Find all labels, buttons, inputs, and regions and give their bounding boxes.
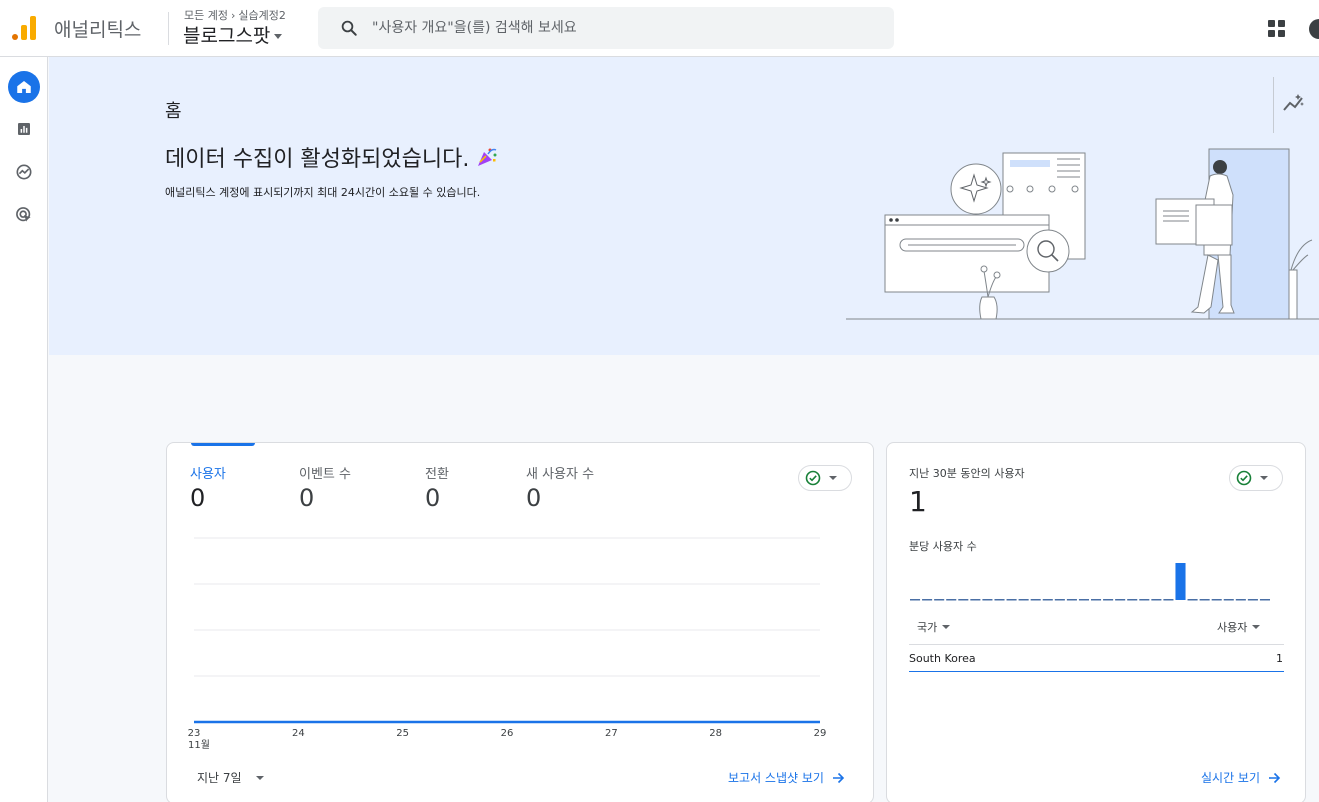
minute-bar [1187, 599, 1198, 601]
x-tick-label: 25 [396, 728, 409, 739]
minute-bar [1066, 599, 1077, 601]
hero-heading-text: 데이터 수집이 활성화되었습니다. [165, 147, 470, 172]
overview-card: 사용자 0 이벤트 수 0 전환 0 새 사용자 수 0 23 24 25 26 27 2… [166, 442, 874, 802]
side-navigation [0, 57, 48, 802]
x-tick-label: 28 [709, 728, 722, 739]
view-realtime-link[interactable]: 실시간 보기 [1201, 769, 1281, 786]
caret-down-icon [255, 775, 264, 780]
search-icon [341, 20, 357, 36]
link-label: 보고서 스냅샷 보기 [728, 771, 824, 785]
property-selector[interactable]: 블로그스팟 [183, 21, 283, 48]
minute-bar [1139, 599, 1150, 601]
minute-bar [1054, 599, 1065, 601]
x-axis-month-label: 11월 [188, 739, 210, 751]
minute-bar [910, 599, 921, 601]
row-users: 1 [1276, 652, 1283, 665]
x-tick-label: 27 [605, 728, 618, 739]
header-divider [168, 12, 169, 45]
bar-chart-icon [18, 123, 30, 135]
country-column-header[interactable]: 국가 [917, 619, 951, 635]
minute-bar [1163, 599, 1174, 601]
minute-bar [1115, 599, 1126, 601]
per-minute-bar-chart [910, 563, 1270, 601]
caret-down-icon [1252, 625, 1261, 629]
minute-bar [1151, 599, 1162, 601]
minute-bar [1223, 599, 1234, 601]
page-title: 홈 [165, 101, 182, 122]
view-reports-snapshot-link[interactable]: 보고서 스냅샷 보기 [728, 769, 845, 786]
arrow-right-icon [832, 772, 845, 783]
minute-bar [1030, 599, 1041, 601]
x-tick-label: 24 [292, 728, 305, 739]
date-range-label: 지난 7일 [197, 771, 242, 785]
app-name: 애널리틱스 [54, 19, 142, 41]
minute-bar [1211, 599, 1222, 601]
nav-item-reports[interactable] [8, 113, 40, 145]
arrow-right-icon [1269, 772, 1281, 783]
minute-bar [982, 599, 993, 601]
property-name: 블로그스팟 [183, 25, 271, 47]
insights-divider [1273, 77, 1274, 133]
x-tick-label: 23 [188, 728, 201, 739]
home-icon [17, 81, 31, 93]
caret-down-icon [274, 34, 283, 39]
minute-bar [1006, 599, 1017, 601]
insights-icon[interactable] [1283, 93, 1305, 113]
minute-bar [1247, 599, 1258, 601]
apps-grid-icon[interactable] [1268, 20, 1285, 37]
hero-heading: 데이터 수집이 활성화되었습니다. [165, 141, 499, 173]
minute-bar [946, 599, 957, 601]
column-label: 사용자 [1217, 621, 1248, 634]
caret-down-icon [942, 625, 951, 629]
minute-bar [970, 599, 981, 601]
search-input[interactable] [372, 20, 852, 36]
data-collection-illustration [846, 148, 1319, 320]
minute-bar [1235, 599, 1246, 601]
hero-subtitle: 애널리틱스 계정에 표시되기까지 최대 24시간이 소요될 수 있습니다. [165, 186, 481, 199]
minute-bar [1078, 599, 1089, 601]
users-line-chart: 23 24 25 26 27 28 29 11월 [188, 537, 827, 751]
search-bar[interactable] [318, 7, 894, 49]
minute-bar [1127, 599, 1138, 601]
minute-bar [1018, 599, 1029, 601]
column-label: 국가 [917, 621, 938, 634]
minute-bar [1042, 599, 1053, 601]
x-tick-label: 26 [501, 728, 514, 739]
home-hero-banner: 홈 데이터 수집이 활성화되었습니다. 애널리틱스 계정에 표시되기까지 최대 … [49, 57, 1319, 355]
explore-icon [16, 164, 32, 180]
x-tick-label: 29 [814, 728, 827, 739]
help-icon[interactable] [1309, 19, 1319, 39]
nav-item-home[interactable] [8, 71, 40, 103]
minute-bar [1199, 599, 1210, 601]
minute-bar [1091, 599, 1102, 601]
minute-bar [1103, 599, 1114, 601]
analytics-logo-icon[interactable] [12, 16, 38, 42]
nav-item-advertising[interactable] [8, 199, 40, 231]
date-range-selector[interactable]: 지난 7일 [197, 769, 264, 786]
nav-item-explore[interactable] [8, 156, 40, 188]
minute-bar [1175, 563, 1186, 600]
minute-bar [934, 599, 945, 601]
minute-bar [958, 599, 969, 601]
minute-bar [922, 599, 933, 601]
row-country: South Korea [909, 652, 976, 665]
minute-bar [1259, 599, 1270, 601]
minute-bar [994, 599, 1005, 601]
users-column-header[interactable]: 사용자 [1217, 619, 1261, 635]
table-header-divider [909, 644, 1284, 645]
top-app-bar: 애널리틱스 모든 계정 › 실습계정2 블로그스팟 [0, 0, 1319, 57]
advertising-icon [16, 207, 31, 222]
realtime-card: 지난 30분 동안의 사용자 1 분당 사용자 수 국가 사용자 South K… [886, 442, 1306, 802]
table-row[interactable]: South Korea 1 [909, 650, 1284, 672]
chevron-right-icon: › [230, 8, 236, 22]
link-label: 실시간 보기 [1201, 771, 1261, 785]
party-popper-icon [478, 148, 497, 166]
